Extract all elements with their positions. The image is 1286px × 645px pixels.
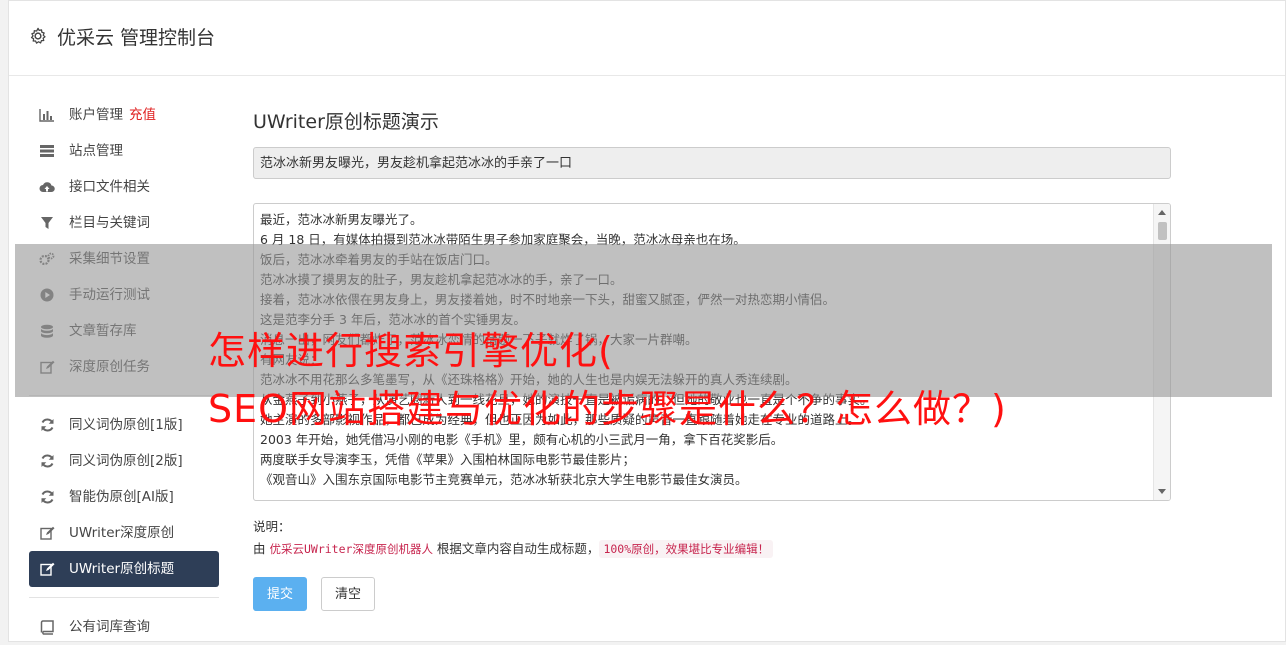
note-highlight: 优采云UWriter深度原创机器人	[269, 542, 433, 556]
note-text: 由 优采云UWriter深度原创机器人 根据文章内容自动生成标题， 100%原创，…	[253, 538, 774, 558]
recharge-link[interactable]: 充值	[129, 107, 156, 123]
note-prefix: 由	[253, 541, 270, 556]
sidebar-item-g2-0[interactable]: 同义词伪原创[1版]	[29, 407, 219, 443]
sidebar-item-label: UWriter深度原创	[69, 525, 175, 541]
bar-chart-icon	[39, 107, 55, 123]
sidebar-item-label: 接口文件相关	[69, 179, 150, 195]
sidebar-item-label: 同义词伪原创[1版]	[69, 417, 183, 433]
sidebar-item-g1-1[interactable]: 站点管理	[29, 133, 219, 169]
refresh-icon	[39, 417, 55, 433]
sidebar-item-g2-3[interactable]: UWriter深度原创	[29, 515, 219, 551]
page-title: UWriter原创标题演示	[253, 111, 439, 133]
sidebar-item-label: 站点管理	[69, 143, 123, 159]
refresh-icon	[39, 489, 55, 505]
note-middle: 根据文章内容自动生成标题，	[432, 541, 600, 556]
gear-icon	[30, 27, 46, 44]
sidebar-divider	[29, 597, 219, 598]
sidebar-item-label: UWriter原创标题	[69, 561, 175, 577]
sidebar-item-g3-0[interactable]: 公有词库查询	[29, 609, 219, 645]
app-title: 优采云 管理控制台	[57, 27, 216, 49]
cloud-upload-icon	[39, 179, 55, 195]
sidebar-item-g2-4[interactable]: UWriter原创标题	[29, 551, 219, 587]
sidebar-item-g2-2[interactable]: 智能伪原创[AI版]	[29, 479, 219, 515]
book-icon	[39, 619, 55, 635]
note-tag: 100%原创，效果堪比专业编辑！	[599, 540, 774, 558]
sidebar-item-label: 账户管理	[69, 107, 123, 123]
refresh-icon	[39, 453, 55, 469]
sidebar-item-g1-3[interactable]: 栏目与关键词	[29, 205, 219, 241]
filter-icon	[39, 215, 55, 231]
sidebar-item-g1-0[interactable]: 账户管理 充值	[29, 97, 219, 133]
scroll-up-arrow-icon[interactable]	[1158, 210, 1166, 215]
sidebar-item-label: 同义词伪原创[2版]	[69, 453, 183, 469]
overlay-line-1: 怎样进行搜索引擎优化(	[208, 329, 614, 373]
content-line: 两度联手女导演李玉，凭借《苹果》入围柏林国际电影节最佳影片；	[260, 452, 636, 467]
server-icon	[39, 143, 55, 159]
edit-icon	[39, 525, 55, 541]
sidebar-item-g2-1[interactable]: 同义词伪原创[2版]	[29, 443, 219, 479]
header: 优采云 管理控制台	[9, 1, 1285, 76]
title-field[interactable]: 范冰冰新男友曝光，男友趁机拿起范冰冰的手亲了一口	[253, 147, 1171, 179]
content-line: 最近，范冰冰新男友曝光了。	[260, 212, 423, 227]
sidebar-item-label: 栏目与关键词	[69, 215, 150, 231]
submit-button[interactable]: 提交	[253, 577, 307, 611]
sidebar-item-label: 公有词库查询	[69, 619, 150, 635]
scroll-down-arrow-icon[interactable]	[1158, 489, 1166, 494]
sidebar-item-label: 智能伪原创[AI版]	[69, 489, 174, 505]
note-label: 说明：	[253, 519, 291, 534]
content-line: 《观音山》入围东京国际电影节主竞赛单元，范冰冰斩获北京大学生电影节最佳女演员。	[260, 472, 748, 487]
edit-icon	[39, 561, 55, 577]
overlay-title: 怎样进行搜索引擎优化( SEO网站搭建与优化的步骤是什么？怎么做？)	[208, 322, 1208, 438]
scroll-thumb[interactable]	[1158, 222, 1167, 240]
sidebar-item-g1-2[interactable]: 接口文件相关	[29, 169, 219, 205]
clear-button[interactable]: 清空	[321, 577, 375, 611]
overlay-line-2: SEO网站搭建与优化的步骤是什么？怎么做？)	[208, 387, 1007, 431]
